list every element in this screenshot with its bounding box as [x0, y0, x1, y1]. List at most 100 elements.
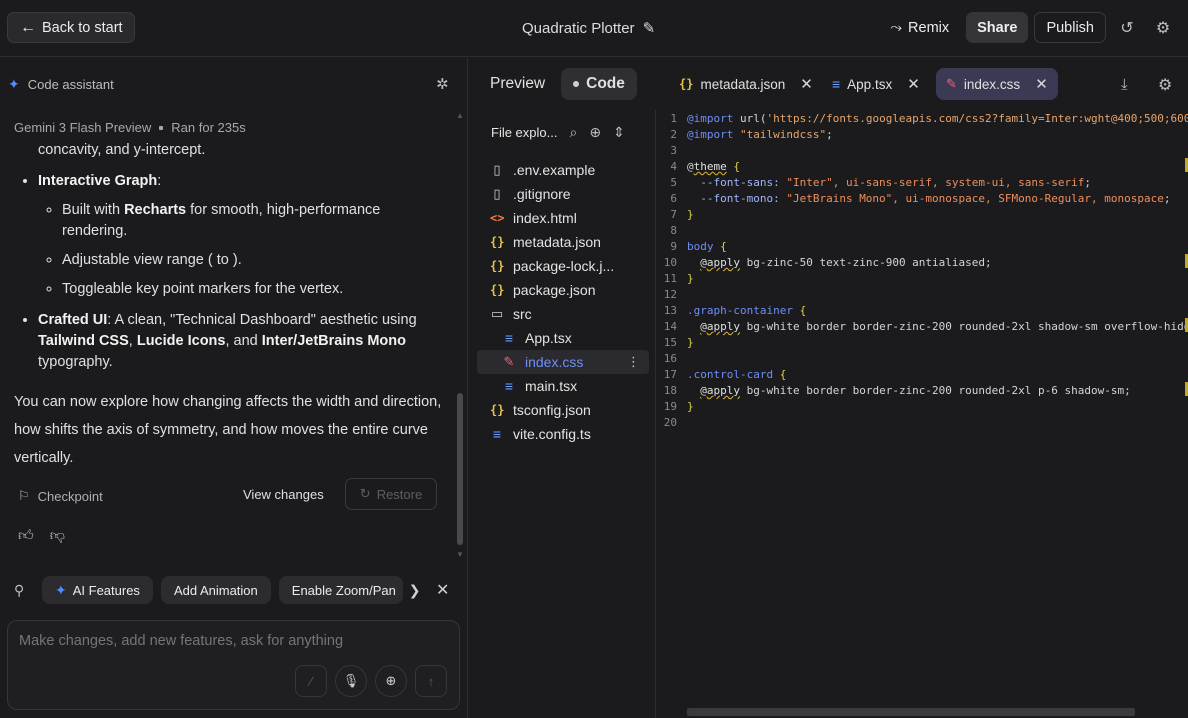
lightbulb-icon: ⚲	[14, 581, 25, 598]
thumbs-up-icon[interactable]: 👍︎	[18, 527, 34, 545]
chip-label: AI Features	[72, 582, 140, 598]
folder-item[interactable]: ▭ src	[477, 302, 649, 326]
back-label: Back to start	[42, 19, 123, 36]
chip-ai-features[interactable]: ✦ AI Features	[42, 576, 153, 604]
close-tab-icon[interactable]: ✕	[907, 75, 920, 93]
more-options-icon[interactable]: ⋮	[627, 354, 640, 370]
bold-text: Interactive Graph	[38, 173, 158, 189]
history-icon[interactable]: ↺	[1112, 12, 1142, 43]
chip-enable-zoom-pan[interactable]: Enable Zoom/Pan	[278, 576, 403, 604]
file-name: index.html	[513, 210, 577, 226]
file-item[interactable]: ▯ .env.example	[477, 158, 649, 182]
file-tab-metadata[interactable]: {} metadata.json ✕	[669, 68, 823, 100]
close-tab-icon[interactable]: ✕	[800, 75, 813, 93]
model-name: Gemini 3 Flash Preview	[14, 120, 152, 135]
file-tab-app[interactable]: ≡ App.tsx ✕	[822, 68, 930, 100]
text: , and	[225, 333, 262, 349]
chip-add-animation[interactable]: Add Animation	[160, 576, 271, 604]
restore-button[interactable]: ↻ Restore	[345, 478, 437, 510]
pencil-icon[interactable]: ✎	[643, 19, 656, 37]
add-icon[interactable]: ⊕	[375, 665, 407, 697]
close-icon[interactable]: ✕	[436, 580, 449, 600]
token: ;	[826, 128, 833, 141]
file-item[interactable]: {} package-lock.j...	[477, 254, 649, 278]
file-name: App.tsx	[525, 330, 572, 346]
file-name: package.json	[513, 282, 596, 298]
file-item[interactable]: {} package.json	[477, 278, 649, 302]
code-text: @apply bg-white border border-zinc-200 r…	[687, 319, 1188, 335]
project-title[interactable]: Quadratic Plotter ✎	[522, 19, 656, 38]
line-number: 13	[663, 304, 677, 317]
token: bg-zinc-50 text-zinc-900 antialiased;	[740, 256, 992, 269]
scroll-up-icon[interactable]: ▲	[456, 111, 464, 120]
horizontal-scrollbar[interactable]	[687, 708, 1135, 716]
token: @import	[687, 112, 734, 125]
file-name: vite.config.ts	[513, 426, 591, 442]
folder-name: src	[513, 306, 532, 322]
list-item: Toggleable key point markers for the ver…	[62, 279, 444, 300]
chevron-right-icon[interactable]: ❯	[409, 582, 421, 599]
app-root: ← Back to start Quadratic Plotter ✎ ⤳ Re…	[0, 0, 1188, 718]
editor-settings-gear-icon[interactable]: ⚙	[1158, 75, 1172, 95]
file-name: index.css	[525, 354, 584, 370]
line-number: 2	[670, 128, 677, 141]
text: : A clean, "Technical Dashboard" aesthet…	[107, 312, 417, 328]
tab-code[interactable]: Code	[561, 68, 637, 100]
tab-preview[interactable]: Preview	[478, 68, 557, 100]
file-tab-index-css[interactable]: ✎ index.css ✕	[936, 68, 1058, 100]
magic-wand-icon[interactable]: ⁄	[295, 665, 327, 697]
file-name: .gitignore	[513, 186, 571, 202]
file-item[interactable]: ≡ App.tsx	[477, 326, 649, 350]
token: url(	[733, 112, 767, 125]
file-item[interactable]: {} metadata.json	[477, 230, 649, 254]
download-icon[interactable]: ⤓	[1121, 76, 1128, 93]
list-item: Adjustable view range ( to ).	[62, 250, 444, 271]
chat-scrollbar[interactable]	[457, 393, 463, 545]
file-name: .env.example	[513, 162, 596, 178]
tsx-icon: ≡	[492, 426, 502, 442]
bold-text: Crafted UI	[38, 312, 108, 328]
token: .graph-container	[687, 304, 793, 317]
token: bg-white border border-zinc-200 rounded-…	[740, 320, 1188, 333]
line-number: 15	[663, 336, 677, 349]
code-editor[interactable]: 1 @import url('https://fonts.googleapis.c…	[657, 110, 1188, 718]
remix-button[interactable]: ⤳ Remix	[879, 12, 960, 43]
search-icon[interactable]: ⌕	[569, 124, 577, 141]
json-icon: {}	[679, 77, 694, 91]
collapse-icon[interactable]: ⇕	[613, 124, 625, 141]
file-item-selected[interactable]: ✎ index.css ⋮	[477, 350, 649, 374]
code-text: @apply bg-white border border-zinc-200 r…	[687, 383, 1130, 399]
scroll-down-icon[interactable]: ▼	[456, 550, 464, 559]
file-item[interactable]: ≡ vite.config.ts	[477, 422, 649, 446]
run-meta: Gemini 3 Flash Preview Ran for 235s	[14, 120, 246, 135]
thumbs-down-icon[interactable]: 👎︎	[50, 527, 65, 545]
bold-text: Inter/JetBrains Mono	[261, 333, 406, 349]
send-arrow-icon[interactable]: ↑	[415, 665, 447, 697]
line-number: 19	[663, 400, 677, 413]
view-changes-button[interactable]: View changes	[243, 487, 324, 502]
publish-button[interactable]: Publish	[1034, 12, 1106, 43]
settings-gear-icon[interactable]: ⚙	[1148, 12, 1178, 43]
file-item[interactable]: ▯ .gitignore	[477, 182, 649, 206]
active-dot-icon	[573, 81, 580, 87]
json-icon: {}	[490, 235, 505, 249]
folder-icon: ▭	[490, 306, 504, 321]
explorer-header: File explo... ⌕ ⊕ ⇕	[491, 124, 625, 141]
code-text: }	[687, 272, 694, 285]
back-to-start-button[interactable]: ← Back to start	[7, 12, 135, 43]
tab-label: Code	[586, 75, 625, 92]
file-explorer: File explo... ⌕ ⊕ ⇕ ▯ .env.example ▯ .giti…	[469, 110, 656, 718]
explorer-title: File explo...	[491, 125, 558, 140]
file-item[interactable]: ≡ main.tsx	[477, 374, 649, 398]
file-tab-label: index.css	[963, 76, 1021, 92]
file-item[interactable]: <> index.html	[477, 206, 649, 230]
text: Built with	[62, 202, 125, 218]
add-file-icon[interactable]: ⊕	[589, 124, 601, 141]
file-item[interactable]: {} tsconfig.json	[477, 398, 649, 422]
close-tab-icon[interactable]: ✕	[1035, 75, 1048, 93]
microphone-icon[interactable]: 🎙︎	[335, 665, 367, 697]
file-tab-label: metadata.json	[700, 76, 786, 92]
share-button[interactable]: Share	[966, 12, 1029, 43]
prompt-input[interactable]	[19, 633, 439, 649]
bug-icon[interactable]: ✲	[436, 75, 449, 93]
